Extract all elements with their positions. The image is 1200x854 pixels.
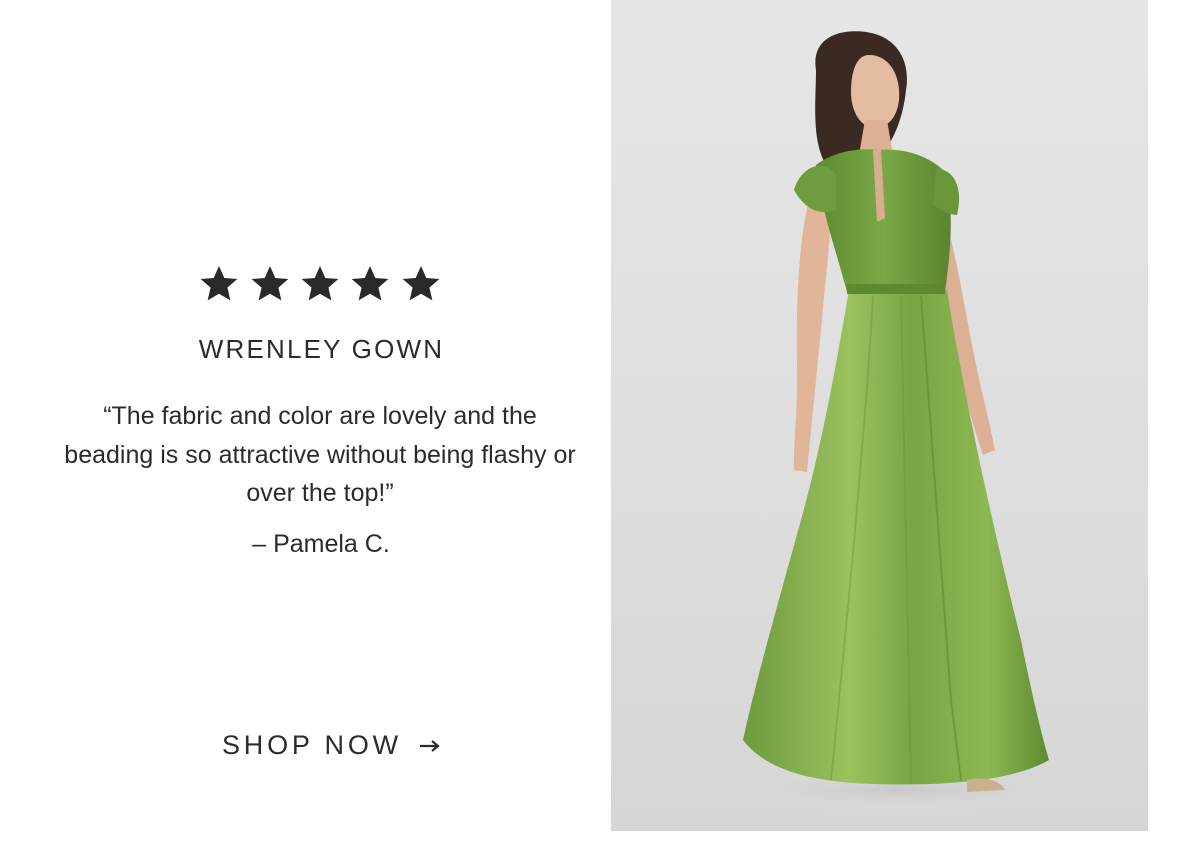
arrow-right-icon [418, 738, 442, 754]
review-quote: “The fabric and color are lovely and the… [64, 402, 576, 507]
star-icon [348, 262, 392, 306]
star-icon [248, 262, 292, 306]
shop-now-link[interactable]: SHOP NOW [222, 730, 442, 761]
shop-now-label: SHOP NOW [222, 730, 402, 760]
star-icon [298, 262, 342, 306]
star-icon [399, 262, 443, 306]
review-author: – Pamela C. [252, 530, 390, 558]
product-name: WRENLEY GOWN [198, 334, 445, 364]
star-rating [0, 262, 640, 311]
product-photo [611, 0, 1148, 831]
star-icon [197, 262, 241, 306]
model-illustration [701, 31, 1101, 810]
review-panel: WRENLEY GOWN “The fabric and color are l… [0, 0, 611, 854]
